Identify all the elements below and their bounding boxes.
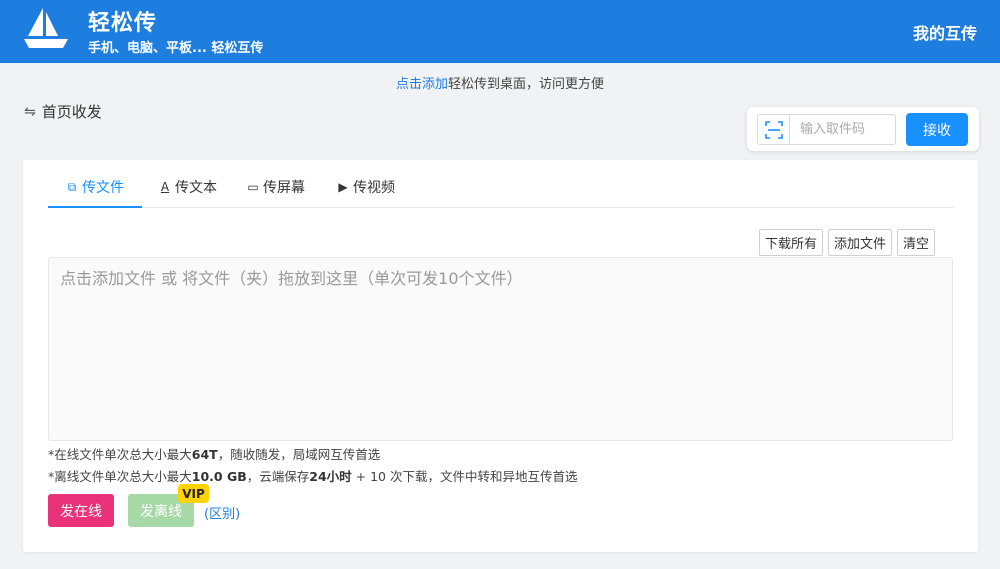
offline-note-prefix: *离线文件单次总大小最大: [48, 469, 192, 484]
scan-button[interactable]: [757, 114, 790, 145]
swap-arrows-icon: ⇋: [24, 103, 36, 120]
tab-label: 传文本: [175, 180, 217, 196]
my-transfers-link[interactable]: 我的互传: [913, 20, 977, 44]
app-title: 轻松传: [88, 11, 158, 36]
tab-send-file[interactable]: ⧉ 传文件: [65, 177, 124, 197]
tab-label: 传屏幕: [263, 180, 305, 196]
send-tabs: ⧉ 传文件 A 传文本 ▭ 传屏幕 ▶ 传视频: [48, 160, 954, 208]
breadcrumb: ⇋ 首页收发: [24, 101, 102, 122]
text-icon: A: [160, 180, 170, 194]
file-dropzone[interactable]: 点击添加文件 或 将文件（夹）拖放到这里（单次可发10个文件）: [48, 257, 953, 441]
send-online-button[interactable]: 发在线: [48, 494, 114, 527]
vip-badge: VIP: [178, 484, 209, 503]
tab-label: 传视频: [353, 180, 395, 196]
online-note: *在线文件单次总大小最大64T，随收随发，局域网互传首选: [48, 444, 380, 463]
screen-icon: ▭: [247, 180, 259, 194]
offline-note: *离线文件单次总大小最大10.0 GB，云端保存24小时 + 10 次下载，文件…: [48, 466, 577, 485]
app-header: 轻松传 手机、电脑、平板... 轻松互传 我的互传: [0, 0, 1000, 63]
tip-text: 轻松传到桌面，访问更方便: [448, 77, 605, 92]
tab-label: 传文件: [82, 180, 124, 196]
pickup-code-input[interactable]: [789, 114, 896, 145]
offline-note-suffix: + 10 次下载，文件中转和异地互传首选: [351, 469, 578, 484]
clear-button[interactable]: 清空: [897, 229, 936, 256]
file-actions: 下载所有 添加文件 清空: [759, 229, 936, 256]
tab-send-screen[interactable]: ▭ 传屏幕: [246, 177, 305, 197]
difference-link[interactable]: (区别): [204, 503, 240, 522]
active-tab-indicator: [48, 206, 142, 208]
files-icon: ⧉: [67, 179, 77, 194]
sailboat-logo-icon: [24, 8, 68, 48]
receive-panel: 接收: [747, 107, 979, 151]
add-file-button[interactable]: 添加文件: [828, 229, 893, 256]
download-all-button[interactable]: 下载所有: [759, 229, 824, 256]
online-note-prefix: *在线文件单次总大小最大: [48, 447, 192, 462]
offline-note-middle: ，云端保存: [246, 469, 310, 484]
send-card: ⧉ 传文件 A 传文本 ▭ 传屏幕 ▶ 传视频 下载所有 添加文件 清空 点击添…: [23, 160, 978, 552]
breadcrumb-label: 首页收发: [41, 103, 102, 121]
online-note-suffix: ，随收随发，局域网互传首选: [217, 447, 381, 462]
offline-retention: 24小时: [309, 469, 352, 484]
tab-send-text[interactable]: A 传文本: [158, 177, 217, 197]
video-camera-icon: ▶: [338, 180, 348, 194]
offline-size-limit: 10.0 GB: [191, 469, 247, 484]
dropzone-text: 点击添加文件 或 将文件（夹）拖放到这里（单次可发10个文件）: [60, 269, 523, 288]
add-to-desktop-link[interactable]: 点击添加: [396, 77, 448, 92]
add-to-desktop-tip: 点击添加轻松传到桌面，访问更方便: [0, 73, 1000, 92]
tab-send-video[interactable]: ▶ 传视频: [336, 177, 395, 197]
online-size-limit: 64T: [191, 447, 218, 462]
scan-icon: [765, 120, 783, 139]
receive-button[interactable]: 接收: [906, 113, 968, 146]
app-subtitle: 手机、电脑、平板... 轻松互传: [88, 41, 264, 56]
